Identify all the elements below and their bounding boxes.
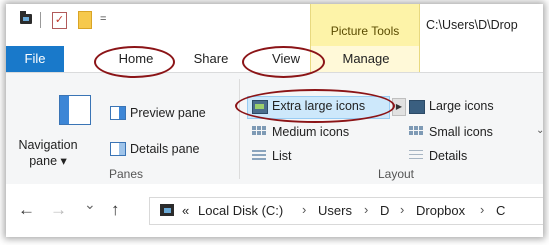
picture-tools-header: Picture Tools — [310, 4, 420, 46]
forward-arrow-icon[interactable]: → — [50, 200, 67, 220]
list-label: List — [272, 149, 292, 163]
folder-icon[interactable] — [20, 11, 32, 24]
breadcrumb-separator[interactable]: › — [480, 202, 484, 217]
navigation-pane-icon[interactable] — [59, 95, 91, 125]
properties-check-icon[interactable]: ✓ — [52, 12, 67, 29]
annotation-oval-view — [242, 46, 325, 78]
list-icon — [252, 150, 266, 162]
window-title: C:\Users\D\Drop — [426, 18, 518, 32]
tab-file[interactable]: File — [6, 46, 64, 72]
ribbon: Navigation pane ▾ Preview pane Details p… — [6, 72, 543, 186]
breadcrumb-c[interactable]: C — [496, 203, 505, 218]
back-arrow-icon[interactable]: ← — [18, 200, 35, 220]
details-label: Details — [429, 149, 468, 163]
small-icons-label: Small icons — [429, 125, 493, 139]
breadcrumb-local-disk[interactable]: Local Disk (C:) — [198, 203, 283, 218]
tab-manage[interactable]: Manage — [326, 46, 406, 72]
large-icons-icon — [409, 100, 425, 114]
explorer-window: ✓ = Picture Tools C:\Users\D\Drop File H… — [6, 4, 543, 237]
customize-qat-dropdown[interactable]: = — [100, 13, 106, 25]
annotation-oval-home — [94, 46, 175, 78]
preview-pane-icon — [110, 106, 126, 120]
recent-locations-chevron-icon[interactable]: ⌄ — [84, 196, 96, 213]
picture-tools-label: Picture Tools — [330, 24, 400, 38]
navigation-pane-label: Navigation — [18, 138, 78, 152]
details-pane-label: Details pane — [130, 142, 200, 156]
location-icon — [160, 204, 174, 216]
breadcrumb-separator[interactable]: › — [302, 202, 306, 217]
breadcrumb-users[interactable]: Users — [318, 203, 352, 218]
panes-group-label: Panes — [108, 167, 144, 181]
tab-share[interactable]: Share — [186, 46, 236, 72]
small-icons-icon — [409, 126, 423, 138]
breadcrumb-separator[interactable]: › — [364, 202, 368, 217]
medium-icons-label: Medium icons — [272, 125, 350, 139]
layout-group-label: Layout — [377, 167, 415, 181]
up-arrow-icon[interactable]: ↑ — [111, 200, 120, 220]
details-pane-icon — [110, 142, 126, 156]
toolbar-divider — [40, 12, 41, 28]
layout-more-arrow[interactable]: ⌄ — [536, 125, 543, 136]
group-divider — [239, 79, 240, 179]
preview-pane-label: Preview pane — [130, 106, 206, 120]
address-row: ← → ⌄ ↑ « Local Disk (C:) › Users › D › … — [6, 184, 543, 237]
breadcrumb-separator[interactable]: › — [400, 202, 404, 217]
medium-icons-icon — [252, 126, 266, 138]
breadcrumb-d[interactable]: D — [380, 203, 389, 218]
address-bar[interactable]: « Local Disk (C:) › Users › D › Dropbox … — [149, 197, 543, 225]
title-bar: ✓ = Picture Tools C:\Users\D\Drop — [6, 4, 543, 46]
breadcrumb-overflow[interactable]: « — [182, 203, 189, 218]
large-icons-label: Large icons — [429, 99, 494, 113]
details-icon — [409, 150, 423, 162]
new-folder-icon[interactable] — [78, 11, 92, 29]
annotation-oval-extra-large-icons — [235, 89, 395, 123]
breadcrumb-dropbox[interactable]: Dropbox — [416, 203, 465, 218]
navigation-pane-button[interactable]: Navigation pane ▾ — [8, 137, 88, 169]
